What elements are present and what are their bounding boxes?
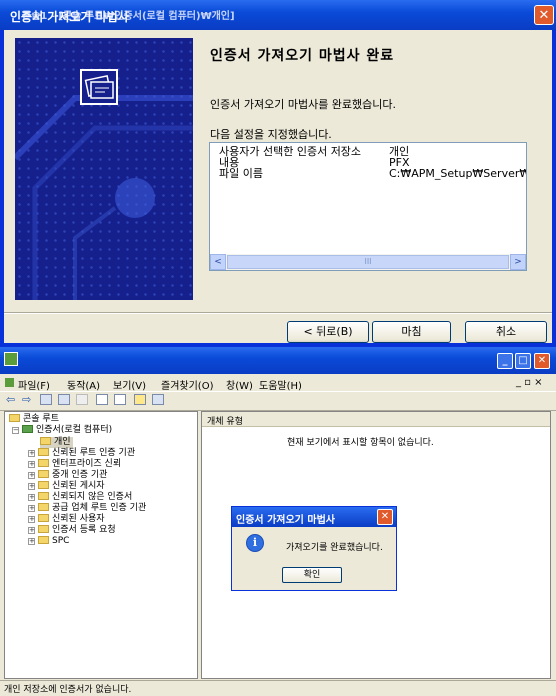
forward-arrow-icon[interactable]: ⇨	[22, 393, 31, 406]
settings-value: C:₩APM_Setup₩Server₩	[389, 167, 527, 180]
empty-list-message: 현재 보기에서 표시할 항목이 없습니다.	[287, 438, 434, 448]
expand-icon: +	[28, 471, 35, 479]
expand-icon: +	[28, 449, 35, 457]
properties-icon[interactable]	[96, 394, 108, 405]
folder-icon	[38, 448, 49, 456]
folder-icon	[38, 514, 49, 522]
tree-item-certificates[interactable]: − 인증서(로컬 컴퓨터)	[12, 425, 112, 436]
maximize-button[interactable]: □	[515, 353, 531, 369]
wizard-close-button[interactable]: ✕	[534, 5, 554, 25]
dialog-message: 가져오기를 완료했습니다.	[286, 543, 383, 553]
tree-item[interactable]: + 신뢰된 게시자	[28, 481, 105, 492]
folder-icon	[38, 536, 49, 544]
info-icon: i	[246, 534, 264, 552]
tree-item[interactable]: + 신뢰된 사용자	[28, 514, 105, 525]
up-folder-icon[interactable]	[40, 394, 52, 405]
status-text: 개인 저장소에 인증서가 없습니다.	[4, 685, 132, 695]
settings-key: 사용자가 선택한 인증서 저장소	[219, 145, 362, 158]
horizontal-scrollbar[interactable]: < III >	[210, 254, 526, 270]
tree-item[interactable]: + 공급 업체 루트 인증 기관	[28, 503, 146, 514]
folder-icon	[38, 492, 49, 500]
help-icon[interactable]	[134, 394, 146, 405]
dialog-close-button[interactable]: ✕	[377, 509, 393, 525]
button-separator	[4, 312, 552, 314]
settings-key: 파일 이름	[219, 167, 263, 180]
scroll-right-button[interactable]: >	[510, 254, 526, 270]
tree-item[interactable]: + 신뢰되지 않은 인증서	[28, 492, 132, 503]
scroll-thumb[interactable]: III	[227, 255, 509, 269]
column-header-label: 개체 유형	[207, 417, 243, 427]
console-app-icon	[4, 352, 18, 366]
settings-list[interactable]: 사용자가 선택한 인증서 저장소 개인 내용 PFX 파일 이름 C:₩APM_…	[209, 142, 527, 271]
menu-view[interactable]: 보기(V)	[113, 377, 146, 392]
mmc-title: 콘솔1 - [콘솔 루트₩인증서(로컬 컴퓨터)₩개인]	[22, 11, 235, 22]
child-window-controls[interactable]: _ ▫ ×	[516, 377, 543, 388]
certificate-snapin-icon	[22, 425, 33, 433]
tree-item[interactable]: + 인증서 등록 요청	[28, 525, 116, 536]
ok-button[interactable]: 확인	[282, 567, 342, 583]
expand-icon: +	[28, 515, 35, 523]
folder-icon	[40, 437, 51, 445]
wizard-side-banner	[15, 38, 193, 300]
delete-icon[interactable]	[76, 394, 88, 405]
expand-icon: +	[28, 493, 35, 501]
menu-favorites[interactable]: 즐겨찾기(O)	[161, 377, 213, 392]
menu-file[interactable]: 파일(F)	[18, 377, 50, 392]
mmc-titlebar	[0, 347, 556, 374]
folder-icon	[38, 459, 49, 467]
tree-item[interactable]: + 신뢰된 루트 인증 기관	[28, 448, 135, 459]
mmc-close-button[interactable]: ✕	[534, 353, 550, 369]
wizard-message: 인증서 가져오기 마법사를 완료했습니다.	[210, 98, 397, 111]
settings-label: 다음 설정을 지정했습니다.	[210, 128, 332, 141]
expand-icon: +	[28, 504, 35, 512]
folder-icon	[38, 481, 49, 489]
back-arrow-icon[interactable]: ⇦	[6, 393, 15, 406]
tree-item-personal[interactable]: 개인	[40, 437, 73, 448]
console-view-icon[interactable]	[152, 394, 164, 405]
collapse-icon[interactable]: −	[12, 427, 19, 434]
folder-icon	[38, 470, 49, 478]
tree-item[interactable]: + 중개 인증 기관	[28, 470, 107, 481]
expand-icon: +	[28, 526, 35, 534]
menu-app-icon	[5, 378, 14, 387]
tree-item[interactable]: + SPC	[28, 536, 69, 547]
tree-item[interactable]: + 엔터프라이즈 신뢰	[28, 459, 121, 470]
folder-icon	[38, 525, 49, 533]
tree-item-console-root[interactable]: 콘솔 루트	[9, 414, 59, 425]
export-list-icon[interactable]	[114, 394, 126, 405]
expand-icon: +	[28, 482, 35, 490]
certificate-banner-art	[15, 69, 193, 300]
wizard-heading: 인증서 가져오기 마법사 완료	[210, 48, 395, 64]
back-button[interactable]: < 뒤로(B)	[287, 321, 369, 343]
dialog-title: 인증서 가져오기 마법사	[236, 515, 335, 526]
certificate-icon	[80, 69, 118, 105]
finish-button[interactable]: 마침	[372, 321, 451, 343]
expand-icon: +	[28, 537, 35, 545]
scroll-left-button[interactable]: <	[210, 254, 226, 270]
menu-window[interactable]: 창(W)	[226, 377, 253, 392]
expand-icon: +	[28, 460, 35, 468]
folder-icon	[9, 414, 20, 422]
show-hide-tree-icon[interactable]	[58, 394, 70, 405]
menu-action[interactable]: 동작(A)	[67, 377, 100, 392]
folder-icon	[38, 503, 49, 511]
column-header[interactable]	[202, 412, 550, 427]
menu-help[interactable]: 도움말(H)	[259, 377, 302, 392]
cancel-button[interactable]: 취소	[465, 321, 547, 343]
minimize-button[interactable]: _	[497, 353, 513, 369]
